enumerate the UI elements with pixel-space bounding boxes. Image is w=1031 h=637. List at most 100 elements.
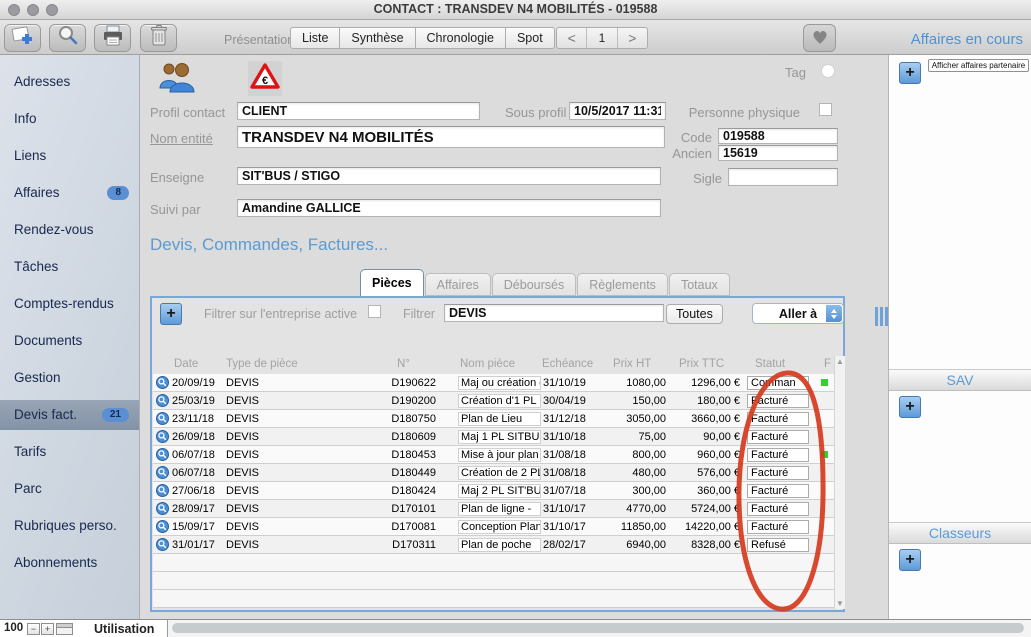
zoom-out-button[interactable]: − (27, 623, 40, 635)
sidebar-item-tarifs[interactable]: Tarifs (0, 433, 139, 470)
sidebar-item-adresses[interactable]: Adresses (0, 63, 139, 100)
column-header-n[interactable]: N° (397, 358, 410, 370)
profil-contact-input[interactable] (237, 102, 480, 120)
tab-affaires[interactable]: Affaires (425, 273, 491, 296)
table-row[interactable]: 23/11/18DEVISD180750Plan de Lieu31/12/18… (153, 410, 834, 428)
cell-prix-ttc: 14220,00 € (653, 521, 740, 533)
cell-numero: D170311 (333, 539, 436, 551)
sidebar-item-documents[interactable]: Documents (0, 322, 139, 359)
pieces-tabbar: PiècesAffairesDéboursésRèglementsTotaux (360, 269, 731, 296)
table-scrollbar[interactable]: ▲ ▼ (834, 356, 845, 609)
view-segment-chronologie[interactable]: Chronologie (415, 27, 506, 49)
view-segment-liste[interactable]: Liste (290, 27, 340, 49)
code-input[interactable] (718, 128, 838, 144)
sidebar-item-abonnements[interactable]: Abonnements (0, 544, 139, 581)
contacts-people-icon (158, 61, 196, 100)
panel-drag-handle[interactable] (875, 307, 888, 326)
sidebar-item-info[interactable]: Info (0, 100, 139, 137)
filter-input[interactable] (444, 304, 664, 322)
presentation-label: Présentation (224, 33, 294, 47)
cell-echeance: 31/10/17 (543, 521, 586, 533)
add-piece-button[interactable]: + (160, 303, 182, 325)
open-piece-magnifier-icon[interactable] (156, 376, 169, 392)
sous-profil-input[interactable] (569, 102, 666, 120)
layout-toggle-icon[interactable] (56, 623, 73, 635)
open-piece-magnifier-icon[interactable] (156, 502, 169, 518)
table-row[interactable]: 20/09/19DEVISD190622Maj ou création de31… (153, 374, 834, 392)
scroll-up-icon[interactable]: ▲ (835, 357, 845, 366)
open-piece-magnifier-icon[interactable] (156, 412, 169, 428)
add-sav-button[interactable]: + (899, 396, 921, 418)
tab-pieces[interactable]: Pièces (360, 269, 424, 296)
sidebar-item-liens[interactable]: Liens (0, 137, 139, 174)
next-record-button[interactable]: > (617, 28, 647, 48)
column-header-prix-ttc[interactable]: Prix TTC (679, 358, 724, 370)
sidebar-item-comptes-rendus[interactable]: Comptes-rendus (0, 285, 139, 322)
print-button[interactable] (94, 24, 131, 52)
afficher-affaires-partenaire-button[interactable]: Afficher affaires partenaire (928, 59, 1029, 72)
open-piece-magnifier-icon[interactable] (156, 466, 169, 482)
horizontal-scrollbar-thumb[interactable] (172, 623, 1024, 633)
open-piece-magnifier-icon[interactable] (156, 538, 169, 554)
sidebar-item-rendez-vous[interactable]: Rendez-vous (0, 211, 139, 248)
table-row[interactable]: 25/03/19DEVISD190200Création d'1 PL30/04… (153, 392, 834, 410)
column-header-f[interactable]: F (824, 358, 831, 370)
column-header-date[interactable]: Date (174, 358, 198, 370)
open-piece-magnifier-icon[interactable] (156, 394, 169, 410)
cell-date: 26/09/18 (172, 431, 215, 443)
nom-entite-input[interactable] (237, 126, 665, 148)
suivi-par-input[interactable] (237, 199, 661, 217)
open-piece-magnifier-icon[interactable] (156, 520, 169, 536)
open-piece-magnifier-icon[interactable] (156, 430, 169, 446)
sidebar-item-devis-fact[interactable]: Devis fact.21 (0, 400, 139, 430)
sigle-input[interactable] (728, 168, 838, 186)
enseigne-input[interactable] (237, 167, 661, 185)
table-row[interactable]: 26/09/18DEVISD180609Maj 1 PL SITBUS-31/1… (153, 428, 834, 446)
classeurs-section-header: Classeurs (889, 522, 1031, 544)
tab-debourses[interactable]: Déboursés (492, 273, 576, 296)
search-button[interactable] (49, 24, 86, 52)
zoom-in-button[interactable]: + (41, 623, 54, 635)
sidebar-item-rubriques-perso[interactable]: Rubriques perso. (0, 507, 139, 544)
previous-record-button[interactable]: < (557, 28, 587, 48)
open-piece-magnifier-icon[interactable] (156, 448, 169, 464)
sidebar-item-affaires[interactable]: Affaires8 (0, 174, 139, 211)
cell-statut: Facturé (747, 394, 809, 408)
column-header-type-de-piece[interactable]: Type de pièce (226, 358, 298, 370)
sidebar-item-parc[interactable]: Parc (0, 470, 139, 507)
table-row[interactable]: 15/09/17DEVISD170081Conception Plan31/10… (153, 518, 834, 536)
tab-totaux[interactable]: Totaux (669, 273, 730, 296)
column-header-statut[interactable]: Statut (755, 358, 785, 370)
utilisation-tab[interactable]: Utilisation (94, 622, 154, 636)
aller-a-dropdown[interactable]: Aller à (752, 303, 844, 324)
tag-indicator[interactable] (821, 64, 835, 78)
tab-reglements[interactable]: Règlements (577, 273, 668, 296)
sidebar-item-taches[interactable]: Tâches (0, 248, 139, 285)
toutes-button[interactable]: Toutes (666, 304, 723, 324)
cell-echeance: 31/12/18 (543, 413, 586, 425)
personne-physique-checkbox[interactable] (819, 103, 832, 116)
table-row[interactable]: 31/01/17DEVISD170311Plan de poche28/02/1… (153, 536, 834, 554)
cell-numero: D190622 (333, 377, 436, 389)
column-header-prix-ht[interactable]: Prix HT (613, 358, 651, 370)
cell-statut: Facturé (747, 412, 809, 426)
view-segment-synthese[interactable]: Synthèse (339, 27, 415, 49)
column-header-echeance[interactable]: Echéance (542, 358, 593, 370)
delete-button[interactable] (140, 24, 177, 52)
ancien-input[interactable] (718, 145, 838, 161)
new-contact-button[interactable] (4, 24, 41, 52)
column-header-nom-piece[interactable]: Nom pièce (460, 358, 515, 370)
table-row[interactable]: 27/06/18DEVISD180424Maj 2 PL SIT'BUS31/0… (153, 482, 834, 500)
add-classeur-button[interactable]: + (899, 549, 921, 571)
table-row[interactable]: 06/07/18DEVISD180453Mise à jour plan31/0… (153, 446, 834, 464)
open-piece-magnifier-icon[interactable] (156, 484, 169, 500)
table-row[interactable]: 28/09/17DEVISD170101Plan de ligne -31/10… (153, 500, 834, 518)
sidebar-item-gestion[interactable]: Gestion (0, 359, 139, 396)
favorite-button[interactable] (803, 24, 836, 52)
table-row[interactable]: 06/07/18DEVISD180449Création de 2 PL31/0… (153, 464, 834, 482)
scroll-down-icon[interactable]: ▼ (835, 599, 845, 608)
add-affaire-button[interactable]: + (899, 62, 921, 84)
filter-enterprise-checkbox[interactable] (368, 305, 381, 318)
view-segment-spot[interactable]: Spot (505, 27, 555, 49)
dropdown-stepper-icon[interactable] (826, 305, 842, 322)
